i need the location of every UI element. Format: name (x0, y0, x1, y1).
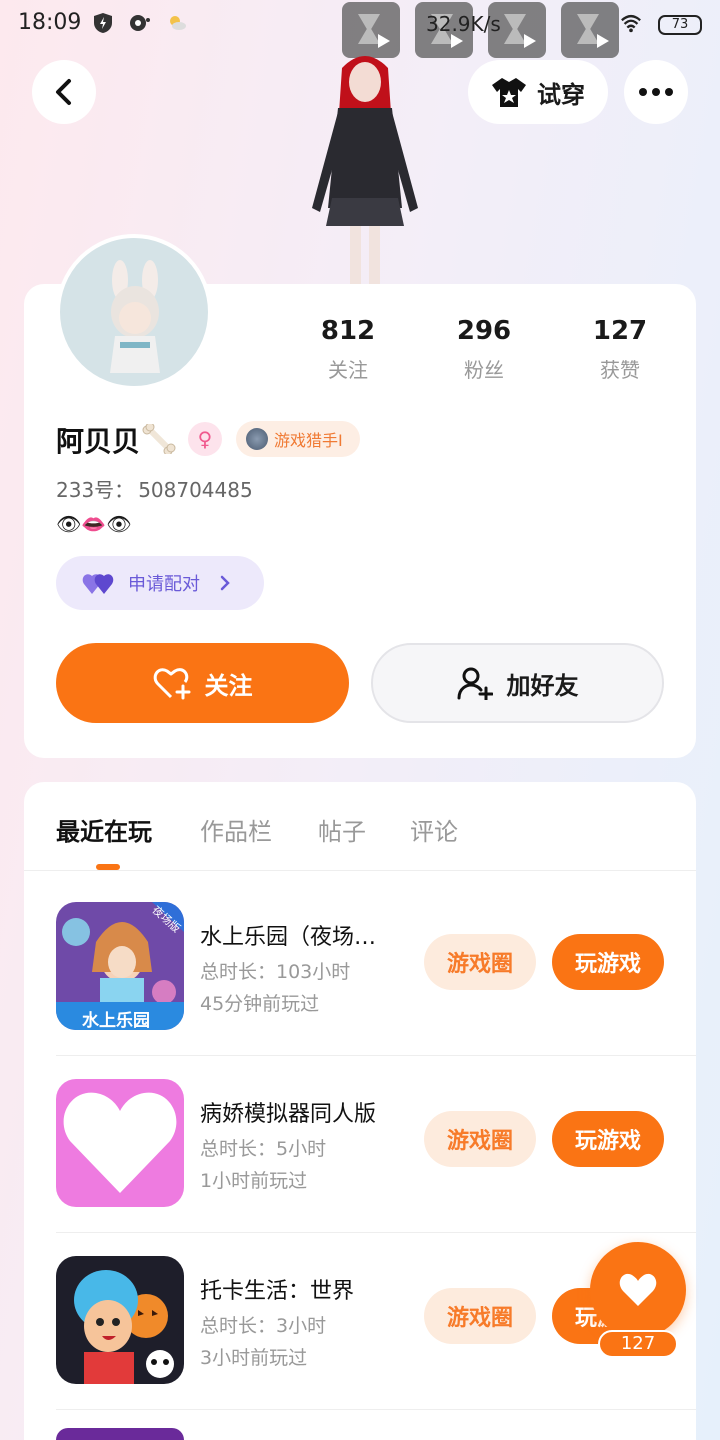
game-total-time: 总时长：5小时 (200, 1138, 327, 1160)
game-circle-button[interactable]: 游戏圈 (424, 934, 536, 990)
like-floating-button[interactable] (590, 1242, 686, 1338)
game-icon[interactable] (56, 1079, 184, 1207)
shield-icon (94, 13, 112, 33)
chevron-left-icon (56, 79, 71, 105)
game-name: 水上乐园（夜场版） (200, 925, 396, 950)
user-id: 233号： 508704485 (56, 474, 253, 503)
tab-posts[interactable]: 帖子 (318, 812, 366, 847)
stat-value: 127 (592, 316, 648, 346)
tab-works[interactable]: 作品栏 (200, 812, 272, 847)
game-list-item[interactable]: 夜场版 水上乐园 水上乐园（夜场版） 总时长：103小时 45分钟前玩过 游戏圈… (56, 879, 696, 1056)
avatar-character-figure (312, 56, 418, 286)
stat-following[interactable]: 812 关注 (288, 316, 408, 383)
add-friend-button[interactable]: 加好友 (371, 643, 664, 723)
stat-label: 获赞 (600, 358, 640, 382)
stat-label: 关注 (328, 358, 368, 382)
game-name: 托卡生活：世界 (200, 1279, 355, 1304)
game-icon-art (56, 1256, 184, 1384)
stat-label: 粉丝 (464, 358, 504, 382)
username: 阿贝贝 (56, 425, 141, 458)
tab-recently-played[interactable]: 最近在玩 (56, 812, 152, 847)
like-count: 127 (598, 1330, 678, 1358)
stat-value: 812 (320, 316, 376, 346)
game-total-time: 总时长：3小时 (200, 1315, 327, 1337)
bio-text: 👁👄👁 (56, 512, 132, 536)
game-name: 病娇模拟器同人版 (200, 1102, 377, 1127)
next-game-icon-partial (56, 1428, 184, 1440)
back-button[interactable] (32, 60, 96, 124)
more-options-button[interactable] (624, 60, 688, 124)
weather-icon (170, 16, 186, 30)
more-dots-icon (639, 88, 673, 96)
apply-pair-label: 申请配对 (128, 574, 200, 595)
add-user-icon (457, 667, 493, 700)
divider (24, 870, 696, 871)
play-game-button[interactable]: 玩游戏 (552, 934, 664, 990)
uid-value: 508704485 (138, 478, 253, 502)
chat-bubble-icon (130, 15, 150, 31)
try-on-button[interactable]: 试穿 (468, 60, 608, 124)
try-on-label: 试穿 (537, 80, 585, 109)
title-badge-label: 游戏猎手I (274, 431, 343, 450)
play-game-button[interactable]: 玩游戏 (552, 1111, 664, 1167)
game-icon[interactable] (56, 1256, 184, 1384)
uid-label: 233号： (56, 478, 135, 502)
tab-comments[interactable]: 评论 (410, 812, 458, 847)
apply-pair-button[interactable]: 申请配对 (56, 556, 264, 610)
battery-indicator: 73 (658, 15, 702, 35)
double-heart-icon (82, 574, 114, 594)
game-last-played: 1小时前玩过 (200, 1170, 308, 1192)
game-last-played: 3小时前玩过 (200, 1347, 308, 1369)
chevron-right-icon (220, 575, 230, 591)
status-time: 18:09 (18, 10, 82, 35)
tshirt-icon (492, 78, 526, 107)
heart-icon (56, 1079, 184, 1207)
game-icon[interactable]: 夜场版 水上乐园 (56, 902, 184, 1030)
media-notification-icon (561, 2, 619, 58)
follow-label: 关注 (204, 671, 253, 700)
add-friend-label: 加好友 (506, 671, 579, 700)
avatar[interactable] (56, 234, 212, 390)
heart-icon (619, 1273, 657, 1306)
wifi-icon (621, 14, 641, 33)
game-circle-button[interactable]: 游戏圈 (424, 1111, 536, 1167)
stat-followers[interactable]: 296 粉丝 (424, 316, 544, 383)
female-gender-icon: ♀ (188, 422, 222, 456)
game-list-item[interactable]: 病娇模拟器同人版 总时长：5小时 1小时前玩过 游戏圈 玩游戏 (56, 1056, 696, 1233)
net-speed: 32.9K/s (426, 12, 501, 36)
bone-icon (142, 424, 176, 454)
game-total-time: 总时长：103小时 (200, 961, 351, 983)
game-icon-title: 水上乐园 (82, 1011, 150, 1030)
stat-value: 296 (456, 316, 512, 346)
game-circle-button[interactable]: 游戏圈 (424, 1288, 536, 1344)
avatar-image (110, 260, 160, 373)
game-last-played: 45分钟前玩过 (200, 993, 320, 1015)
title-badge[interactable]: 游戏猎手I (236, 421, 360, 457)
follow-button[interactable]: 关注 (56, 643, 349, 723)
status-bar: 18:09 32.9K/s 73 (0, 0, 720, 58)
stat-likes[interactable]: 127 获赞 (560, 316, 680, 383)
heart-plus-icon (153, 668, 190, 700)
badge-gem-icon (246, 428, 268, 450)
